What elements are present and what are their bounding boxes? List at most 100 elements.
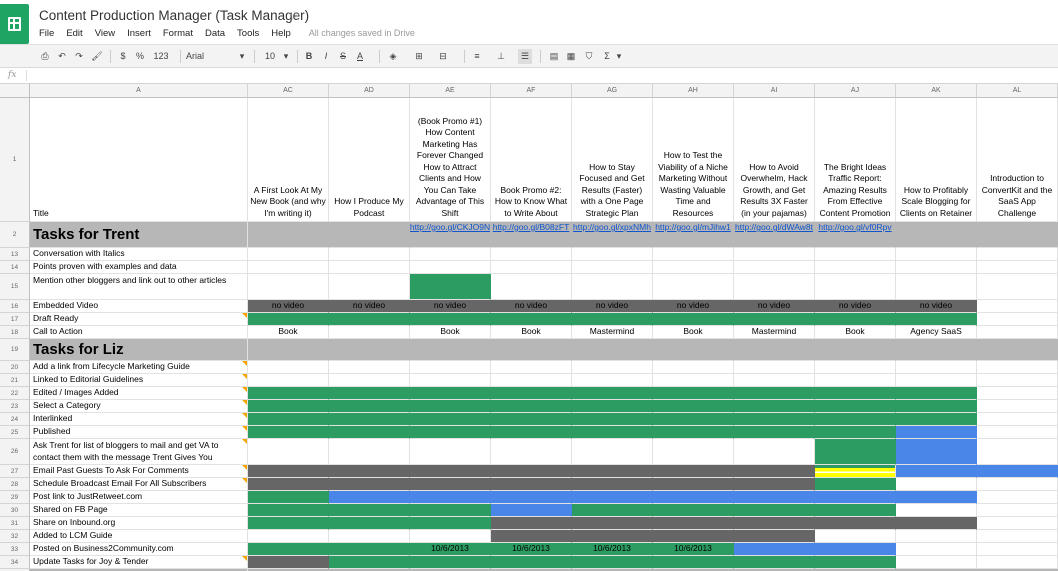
cell-ac-1[interactable]: A First Look At My New Book (and why I'm… (248, 98, 329, 222)
row-header-1[interactable]: 1 (0, 98, 30, 222)
cell-aj-22[interactable] (815, 387, 896, 400)
row-header-25[interactable]: 25 (0, 426, 30, 439)
cell-af-32[interactable] (491, 530, 572, 543)
cell-ah-17[interactable] (653, 313, 734, 326)
row-header-32[interactable]: 32 (0, 530, 30, 543)
cell-ai-16[interactable]: no video (734, 300, 815, 313)
cell-aj-31[interactable] (815, 517, 896, 530)
cell-al-15[interactable] (977, 274, 1058, 300)
cell-note-indicator[interactable] (242, 400, 247, 405)
font-size-select[interactable]: 10 (262, 49, 278, 64)
cell-ah-30[interactable] (653, 504, 734, 517)
task-label-cell[interactable]: Draft Ready (30, 313, 248, 326)
cell-ad-22[interactable] (329, 387, 410, 400)
cell-ah-21[interactable] (653, 374, 734, 387)
cell-ac-29[interactable] (248, 491, 329, 504)
cell-ae-15[interactable] (410, 274, 491, 300)
cell-ag-28[interactable] (572, 478, 653, 491)
cell-ac-14[interactable] (248, 261, 329, 274)
cell-ae-30[interactable] (410, 504, 491, 517)
cell-ah-34[interactable] (653, 556, 734, 569)
cell-ag-34[interactable] (572, 556, 653, 569)
cell-aj-25[interactable] (815, 426, 896, 439)
cell-ag-33[interactable]: 10/6/2013 (572, 543, 653, 556)
cell-ak-27[interactable] (896, 465, 977, 478)
cell-al-33[interactable] (977, 543, 1058, 556)
cell-ad-26[interactable] (329, 439, 410, 465)
row-header-28[interactable]: 28 (0, 478, 30, 491)
cell-al-1[interactable]: Introduction to ConvertKit and the SaaS … (977, 98, 1058, 222)
cell-ak-29[interactable] (896, 491, 977, 504)
column-header-aj[interactable]: AJ (815, 84, 896, 98)
cell-ac-32[interactable] (248, 530, 329, 543)
cell-ac-30[interactable] (248, 504, 329, 517)
cell-ad-13[interactable] (329, 248, 410, 261)
cell-af-34[interactable] (491, 556, 572, 569)
section-title[interactable]: Tasks for Trent (30, 222, 248, 248)
cell-ac-33[interactable] (248, 543, 329, 556)
column-header-ac[interactable]: AC (248, 84, 329, 98)
cell-al-20[interactable] (977, 361, 1058, 374)
row-header-16[interactable]: 16 (0, 300, 30, 313)
title-header-cell[interactable]: Title (30, 98, 248, 222)
cell-ae-1[interactable]: (Book Promo #1) How Content Marketing Ha… (410, 98, 491, 222)
cell-ac-26[interactable] (248, 439, 329, 465)
cell-aj-1[interactable]: The Bright Ideas Traffic Report: Amazing… (815, 98, 896, 222)
cell-ag-23[interactable] (572, 400, 653, 413)
cell-ah-2[interactable]: http://goo.gl/mJihw1 (653, 222, 734, 248)
section-title[interactable]: Tasks for Liz (30, 339, 248, 361)
cell-ag-22[interactable] (572, 387, 653, 400)
cell-al-13[interactable] (977, 248, 1058, 261)
cell-aj-26[interactable] (815, 439, 896, 465)
cell-ae-2[interactable]: http://goo.gl/CKJO9N (410, 222, 491, 248)
cell-ah-26[interactable] (653, 439, 734, 465)
percent-format-button[interactable]: % (134, 49, 146, 64)
cell-al-14[interactable] (977, 261, 1058, 274)
row-header-17[interactable]: 17 (0, 313, 30, 326)
cell-ai-33[interactable] (734, 543, 815, 556)
cell-ad-33[interactable] (329, 543, 410, 556)
cell-af-15[interactable] (491, 274, 572, 300)
insert-chart-icon[interactable]: ▦ (564, 49, 578, 64)
row-header-27[interactable]: 27 (0, 465, 30, 478)
row-header-20[interactable]: 20 (0, 361, 30, 374)
cell-ag-24[interactable] (572, 413, 653, 426)
cell-ae-19[interactable] (410, 339, 491, 361)
cell-ae-18[interactable]: Book (410, 326, 491, 339)
cell-ae-26[interactable] (410, 439, 491, 465)
cell-ad-15[interactable] (329, 274, 410, 300)
task-label-cell[interactable]: Schedule Broadcast Email For All Subscri… (30, 478, 248, 491)
cell-aj-20[interactable] (815, 361, 896, 374)
cell-ae-32[interactable] (410, 530, 491, 543)
cell-af-18[interactable]: Book (491, 326, 572, 339)
cell-aj-32[interactable] (815, 530, 896, 543)
cell-ac-13[interactable] (248, 248, 329, 261)
cell-ac-17[interactable] (248, 313, 329, 326)
cell-aj-2[interactable]: http://goo.gl/vf0Rpv (815, 222, 896, 248)
row-header-15[interactable]: 15 (0, 274, 30, 300)
cell-ai-15[interactable] (734, 274, 815, 300)
cell-ak-14[interactable] (896, 261, 977, 274)
cell-al-29[interactable] (977, 491, 1058, 504)
cell-ak-23[interactable] (896, 400, 977, 413)
cell-aj-23[interactable] (815, 400, 896, 413)
short-link[interactable]: http://goo.gl/B08zFT (493, 222, 570, 233)
cell-note-indicator[interactable] (242, 374, 247, 379)
menu-edit[interactable]: Edit (66, 28, 82, 42)
cell-ah-23[interactable] (653, 400, 734, 413)
short-link[interactable]: http://goo.gl/mJihw1 (655, 222, 731, 233)
cell-aj-17[interactable] (815, 313, 896, 326)
cell-ai-30[interactable] (734, 504, 815, 517)
cell-ak-1[interactable]: How to Profitably Scale Blogging for Cli… (896, 98, 977, 222)
cell-aj-15[interactable] (815, 274, 896, 300)
text-color-button[interactable]: A (354, 49, 366, 64)
cell-ad-31[interactable] (329, 517, 410, 530)
cell-note-indicator[interactable] (242, 465, 247, 470)
cell-ae-25[interactable] (410, 426, 491, 439)
task-label-cell[interactable]: Points proven with examples and data (30, 261, 248, 274)
cell-ak-21[interactable] (896, 374, 977, 387)
cell-al-34[interactable] (977, 556, 1058, 569)
cell-aj-16[interactable]: no video (815, 300, 896, 313)
column-header-af[interactable]: AF (491, 84, 572, 98)
cell-ai-19[interactable] (734, 339, 815, 361)
